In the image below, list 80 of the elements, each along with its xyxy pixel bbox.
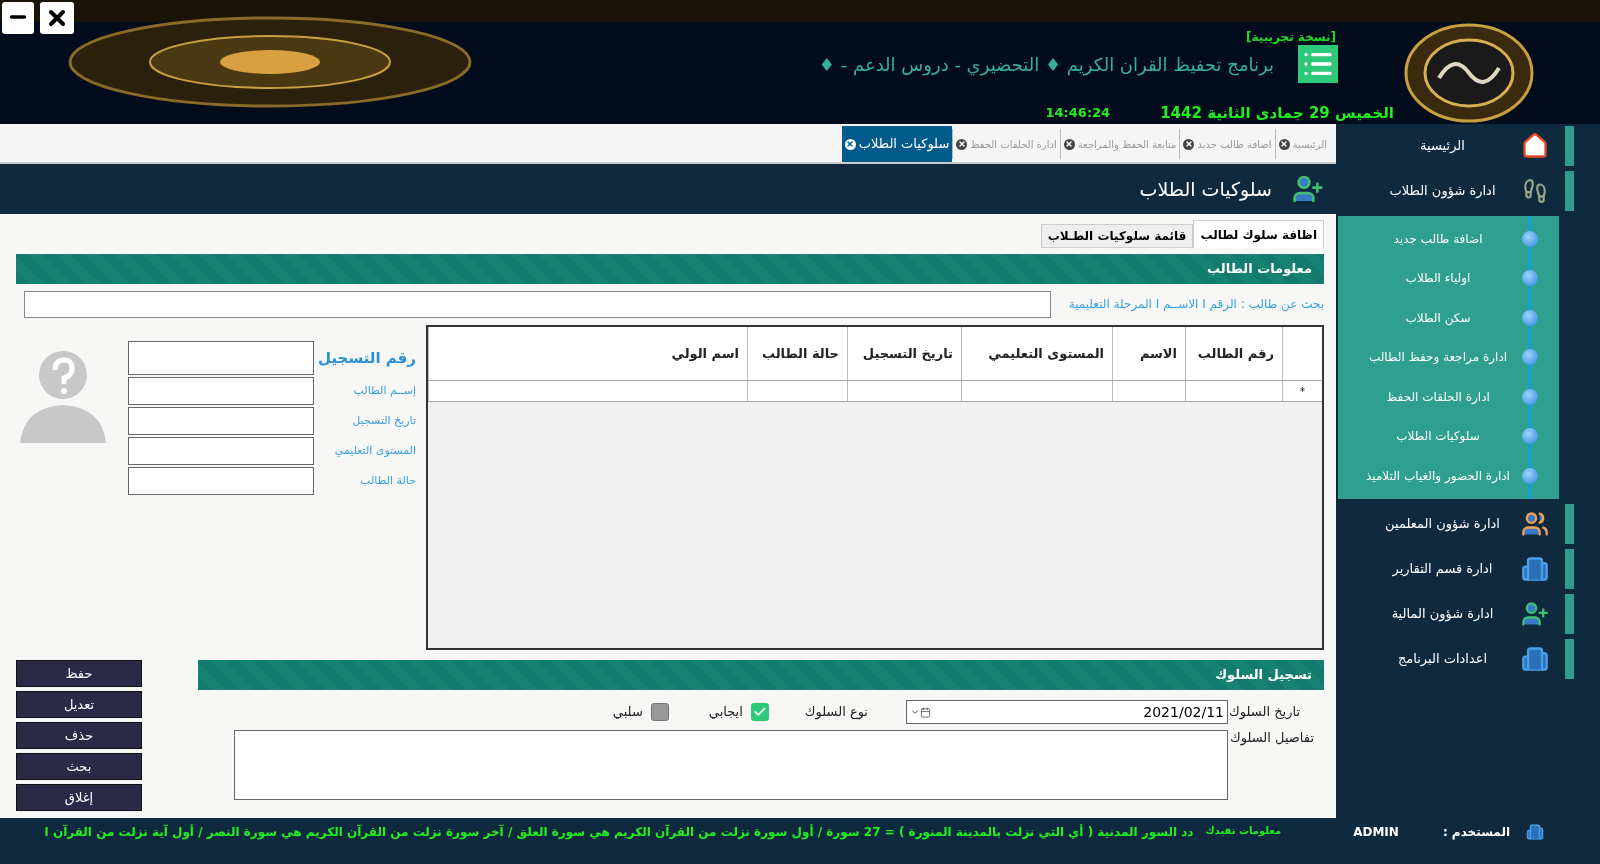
tab[interactable]: اظافة سلوك لطالب [1193, 220, 1324, 248]
building-icon [1521, 554, 1549, 583]
date-picker[interactable]: 2021/02/11 [906, 700, 1228, 724]
sidebar-item[interactable]: ادارة شؤون المالية [1336, 593, 1600, 634]
checkbox-label: ايجابي [708, 703, 743, 722]
field-label: نوع السلوك [804, 703, 868, 722]
column-header: حالة الطالب [747, 327, 847, 380]
bullet-icon [1522, 309, 1538, 326]
column-header: المستوى التعليمي [961, 327, 1112, 380]
bullet-icon [1522, 349, 1538, 366]
action-button[interactable]: حذف [16, 722, 142, 749]
section-header: معلومات الطالب [16, 254, 1324, 284]
column-header: رقم الطالب [1185, 327, 1282, 380]
users-add-icon [1292, 173, 1324, 205]
input-field[interactable] [128, 407, 314, 435]
close-icon[interactable] [1278, 138, 1290, 150]
building-icon [1521, 644, 1549, 673]
action-button[interactable]: بحث [16, 753, 142, 780]
field-label: حالة الطالب [359, 472, 416, 489]
search-field[interactable] [24, 290, 1051, 318]
bullet-icon [1522, 428, 1538, 445]
bullet-icon [1522, 270, 1538, 287]
column-header: تاريخ التسجيل [847, 327, 961, 380]
checkbox[interactable] [650, 703, 669, 721]
column-header: الاسم [1112, 327, 1185, 380]
accent-bar [1565, 503, 1574, 544]
field-label: إســم الطالب [352, 382, 416, 399]
sidebar-item[interactable]: اعدادات البرنامج [1336, 638, 1600, 679]
accent-bar [1565, 126, 1574, 166]
search-label: بحث عن طالب : الرقم I الاســم I المرحلة التعليمية [1068, 296, 1324, 313]
minimize-button[interactable] [2, 2, 34, 34]
building-icon [1526, 823, 1544, 841]
house-icon [1521, 132, 1549, 160]
news-ticker: دد السور المدنية ( أي التي نزلت بالمدينة المنورة ) = 27 سورة / أول سورة نزلت من القرآن الكريم هي سورة العلق / آخر سورة نزلت من القرآن الكريم هي سورة النصر / أول آية نزلت من القرآن ا [44, 823, 1194, 841]
bullet-icon [1522, 388, 1538, 405]
sidebar-item[interactable]: ادارة قسم التقارير [1336, 548, 1600, 589]
input-field[interactable] [128, 437, 314, 465]
bullet-icon [1522, 230, 1538, 247]
family-icon [1521, 509, 1549, 538]
clock-label: 14:46:24 [1045, 104, 1111, 123]
action-button[interactable]: تعديل [16, 691, 142, 718]
sidebar-item[interactable]: الرئيسية [1336, 126, 1600, 166]
section-header: تسجيل السلوك [198, 660, 1324, 690]
close-icon[interactable] [1183, 138, 1195, 150]
date-label: الخميس 29 جمادى الثانية 1442 [1160, 102, 1394, 124]
user-name: ADMIN [1353, 824, 1399, 841]
user-label: المستخدم : [1442, 824, 1510, 841]
field-label: تاريخ التسجيل [351, 412, 416, 429]
sidebar-item[interactable]: ادارة شؤون الطلاب [1336, 171, 1600, 211]
column-header: اسم الولي [428, 327, 747, 380]
calendar-dropdown-icon[interactable] [910, 706, 931, 718]
field-label: تفاصيل السلوك [1229, 729, 1315, 748]
check-icon [752, 705, 767, 719]
user-add-icon [1521, 599, 1549, 628]
app-title: برنامج تحفيظ القران الكريم ♦ التحضيري - دروس الدعم - ♦ [818, 52, 1274, 78]
accent-bar [1565, 638, 1574, 679]
field-label: تاريخ السلوك [1228, 703, 1301, 722]
action-button[interactable]: إغلاق [16, 784, 142, 811]
sidebar-item[interactable]: ادارة شؤون المعلمين [1336, 503, 1600, 544]
close-icon[interactable] [844, 138, 856, 150]
trial-label: [نسخة تجريبية] [1246, 29, 1336, 46]
input-field[interactable] [128, 341, 314, 375]
close-icon[interactable] [956, 138, 968, 150]
field-label: رقم التسجيل [320, 347, 416, 369]
checkbox-label: سلبي [612, 703, 643, 722]
accent-bar [1565, 548, 1574, 589]
checkbox[interactable] [750, 703, 769, 721]
input-field[interactable] [128, 377, 314, 405]
field-label: المستوى التعليمي [333, 442, 416, 459]
bullet-icon [1522, 467, 1538, 484]
action-button[interactable]: حفظ [16, 660, 142, 687]
accent-bar [1565, 171, 1574, 211]
input-field[interactable] [128, 467, 314, 495]
details-field[interactable] [234, 730, 1228, 800]
info-label: معلومات تقيدك [1205, 824, 1282, 838]
tab[interactable]: سلوكيات الطلاب [841, 126, 953, 162]
emblem-icon [1404, 23, 1534, 123]
accent-bar [1565, 593, 1574, 634]
close-icon[interactable] [1063, 138, 1075, 150]
tab[interactable]: قائمة سلوكيات الطـلاب [1040, 224, 1194, 248]
